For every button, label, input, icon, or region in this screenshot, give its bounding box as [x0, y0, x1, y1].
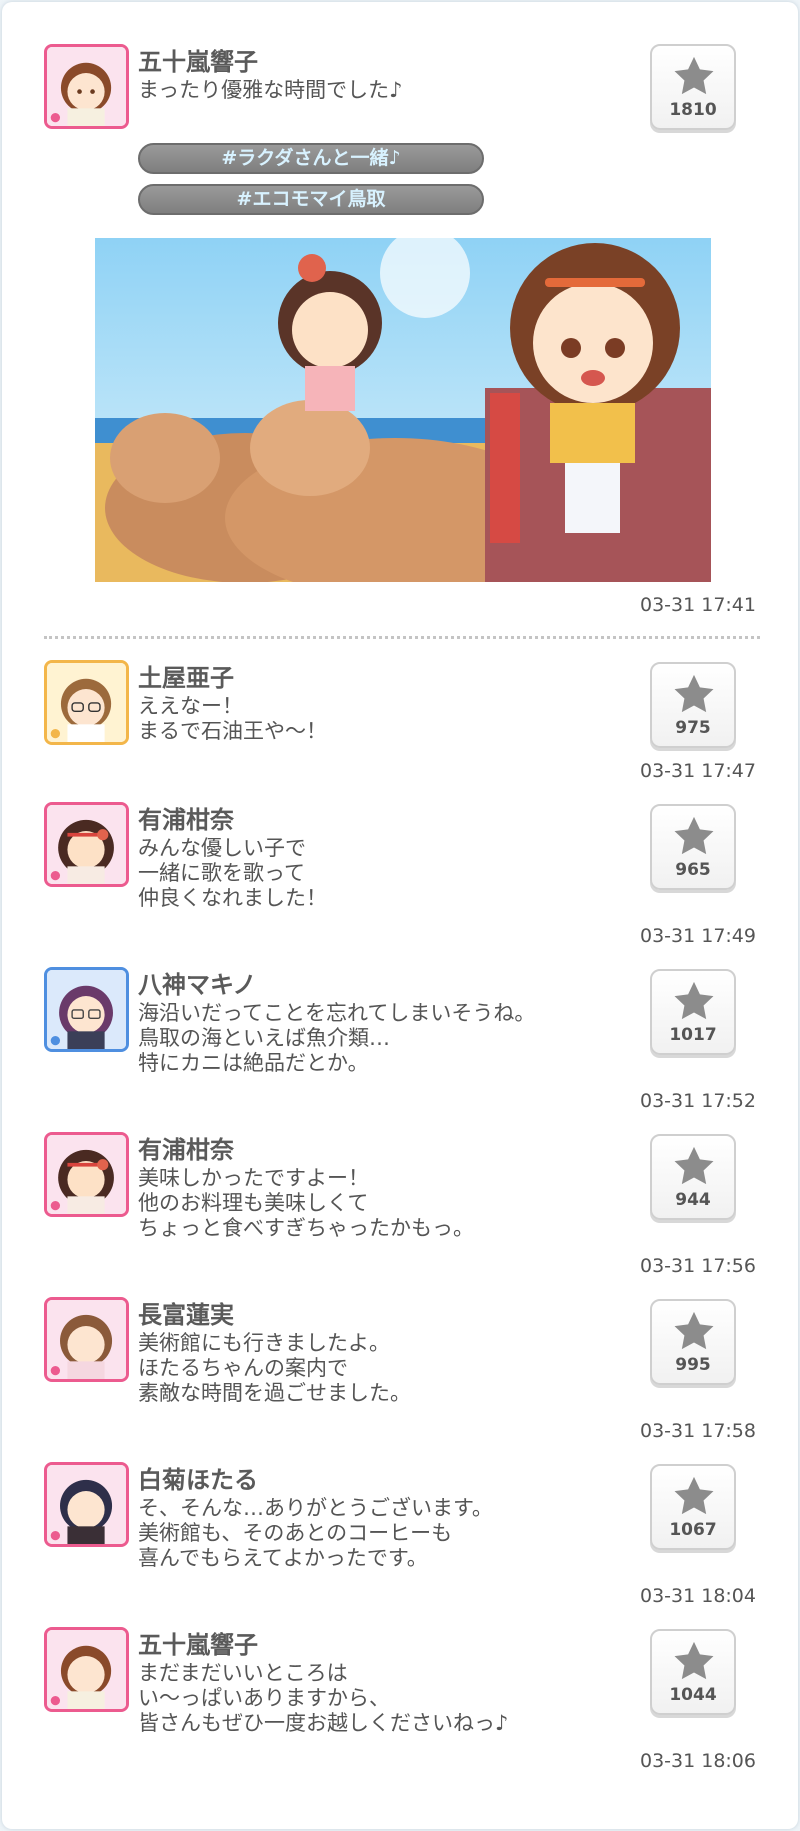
like-button[interactable]: 995 [650, 1299, 736, 1385]
reply-time: 03-31 17:49 [639, 925, 756, 947]
like-count: 1067 [669, 1520, 717, 1540]
star-icon [674, 1311, 714, 1350]
like-button[interactable]: 1810 [650, 44, 736, 130]
reply-time: 03-31 17:58 [639, 1420, 756, 1442]
star-icon [674, 816, 714, 855]
reply-message: 海沿いだってことを忘れてしまいそうね。 鳥取の海といえば魚介類… 特にカニは絶品… [138, 1001, 536, 1075]
reply-name: 白菊ほたる [138, 1466, 258, 1494]
post-message: まったり優雅な時間でした♪ [138, 78, 403, 102]
post-time: 03-31 17:41 [639, 594, 756, 616]
reply-name: 五十嵐響子 [138, 1631, 258, 1659]
reply-message: 美味しかったですよー！ 他のお料理も美味しくて ちょっと食べすぎちゃったかもっ。 [138, 1166, 474, 1240]
like-button[interactable]: 1017 [650, 969, 736, 1055]
reply-name: 有浦柑奈 [138, 806, 234, 834]
avatar[interactable] [44, 967, 129, 1052]
like-count: 944 [675, 1190, 711, 1210]
avatar[interactable] [44, 660, 129, 745]
avatar[interactable] [44, 1462, 129, 1547]
reply-name: 長富蓮実 [138, 1301, 234, 1329]
reply-time: 03-31 17:52 [639, 1090, 756, 1112]
reply-message: そ、そんな…ありがとうございます。 美術館も、そのあとのコーヒーも 喜んでもらえ… [138, 1496, 493, 1570]
divider [44, 636, 760, 639]
star-icon [674, 56, 714, 95]
reply-message: ええなー！ まるで石油王や〜！ [138, 694, 327, 743]
post-photo[interactable] [95, 238, 711, 582]
star-icon [674, 674, 714, 713]
avatar[interactable] [44, 1297, 129, 1382]
reply-time: 03-31 17:56 [639, 1255, 756, 1277]
like-count: 1017 [669, 1025, 717, 1045]
reply-time: 03-31 18:04 [639, 1585, 756, 1607]
hashtag[interactable]: #エコモマイ鳥取 [138, 184, 484, 215]
like-button[interactable]: 944 [650, 1134, 736, 1220]
like-count: 1044 [669, 1685, 717, 1705]
like-button[interactable]: 1067 [650, 1464, 736, 1550]
reply-name: 土屋亜子 [138, 664, 234, 692]
avatar[interactable] [44, 44, 129, 129]
star-icon [674, 1146, 714, 1185]
feed-card: 五十嵐響子 まったり優雅な時間でした♪ #ラクダさんと一緒♪ #エコモマイ鳥取 [2, 2, 798, 1829]
star-icon [674, 1641, 714, 1680]
hashtag[interactable]: #ラクダさんと一緒♪ [138, 143, 484, 174]
like-button[interactable]: 1044 [650, 1629, 736, 1715]
star-icon [674, 981, 714, 1020]
reply-message: 美術館にも行きましたよ。 ほたるちゃんの案内で 素敵な時間を過ごせました。 [138, 1331, 411, 1405]
like-button[interactable]: 975 [650, 662, 736, 748]
avatar[interactable] [44, 1627, 129, 1712]
reply-message: まだまだいいところは い〜っぱいありますから、 皆さんもぜひ一度お越しくださいね… [138, 1661, 509, 1735]
reply-message: みんな優しい子で 一緒に歌を歌って 仲良くなれました！ [138, 836, 327, 910]
like-count: 1810 [669, 100, 717, 120]
avatar[interactable] [44, 1132, 129, 1217]
star-icon [674, 1476, 714, 1515]
reply-time: 03-31 18:06 [639, 1750, 756, 1772]
like-button[interactable]: 965 [650, 804, 736, 890]
reply-name: 有浦柑奈 [138, 1136, 234, 1164]
avatar[interactable] [44, 802, 129, 887]
reply-name: 八神マキノ [138, 971, 257, 999]
reply-time: 03-31 17:47 [639, 760, 756, 782]
like-count: 965 [675, 860, 711, 880]
like-count: 975 [675, 718, 711, 738]
like-count: 995 [675, 1355, 711, 1375]
poster-name: 五十嵐響子 [138, 48, 258, 76]
